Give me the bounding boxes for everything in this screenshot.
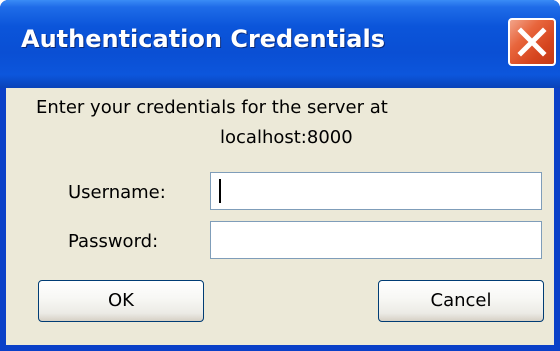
username-label: Username: (68, 182, 166, 203)
password-label: Password: (68, 231, 159, 252)
window-title: Authentication Credentials (21, 25, 386, 53)
server-address: localhost:8000 (220, 127, 353, 148)
dialog-body: Enter your credentials for the server at… (6, 88, 554, 345)
username-input[interactable] (210, 172, 542, 210)
password-input[interactable] (210, 221, 542, 259)
auth-dialog-window: Authentication Credentials Enter your cr… (0, 0, 560, 351)
close-button[interactable] (508, 18, 556, 66)
close-icon (517, 27, 547, 57)
prompt-text: Enter your credentials for the server at (36, 97, 388, 118)
text-caret (219, 179, 221, 203)
ok-button[interactable]: OK (38, 280, 204, 322)
title-bar[interactable]: Authentication Credentials (0, 0, 560, 88)
cancel-button[interactable]: Cancel (378, 280, 544, 322)
